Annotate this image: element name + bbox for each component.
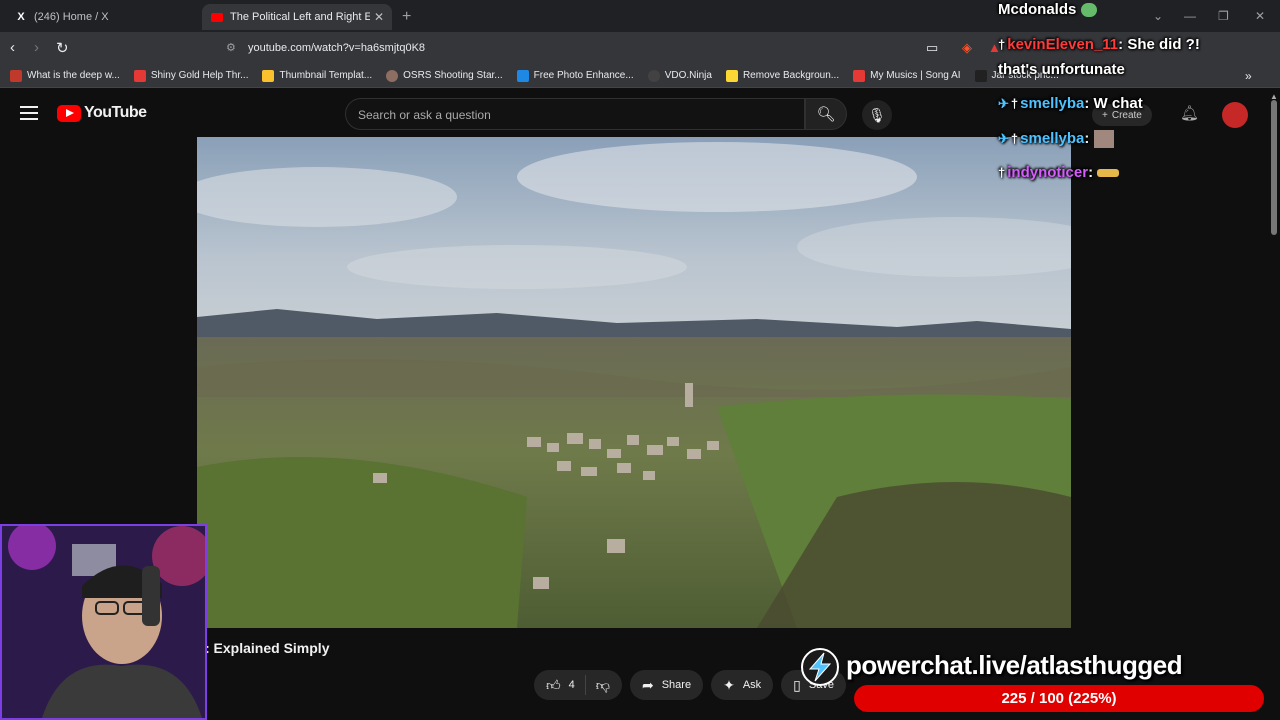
search-icon: 🔍︎ (816, 106, 836, 123)
youtube-logo-text: YouTube (84, 104, 147, 121)
ask-label: Ask (742, 679, 762, 691)
brave-shield-icon[interactable]: ◈ (962, 40, 972, 56)
powerchat-url: powerchat.live/atlasthugged (846, 650, 1183, 680)
share-button[interactable]: ➦ Share (629, 670, 704, 700)
sword-badge-icon: ✈ (998, 131, 1009, 146)
chat-username: Mcdonalds (998, 1, 1077, 18)
chat-username: smellyba (1020, 95, 1085, 112)
thumbs-down-icon: 👎︎ (595, 676, 610, 693)
youtube-play-icon (57, 104, 81, 122)
chat-message: ✈ † smellyba: (998, 130, 1114, 149)
search-input[interactable]: Search or ask a question (345, 98, 805, 130)
emote-icon (1080, 3, 1097, 18)
tab-x-home[interactable]: X (246) Home / X (6, 4, 196, 30)
bookmark-item[interactable]: Shiny Gold Help Thr... (133, 69, 249, 82)
site-info-icon[interactable]: ⚙ (226, 41, 236, 54)
bookmark-favicon-icon (974, 69, 987, 82)
like-button[interactable]: 👍︎ 4 (534, 675, 586, 695)
video-frame-landscape (197, 137, 1071, 628)
bookmark-item[interactable]: Free Photo Enhance... (516, 69, 634, 82)
back-icon[interactable]: ‹ (10, 39, 15, 56)
bookmark-item[interactable]: What is the deep w... (10, 69, 120, 82)
chat-username: indynoticer (1007, 164, 1089, 181)
emote-icon (1097, 169, 1120, 178)
dislike-button[interactable]: 👎︎ (586, 677, 622, 694)
share-icon: ➦ (641, 676, 654, 693)
chat-message: † kevinEleven_11: She did ?! (998, 36, 1200, 53)
bookmark-favicon-icon (133, 69, 146, 82)
bookmark-label: Thumbnail Templat... (279, 70, 373, 81)
bookmark-item[interactable]: VDO.Ninja (647, 69, 712, 82)
stream-chat-overlay: Mcdonalds † kevinEleven_11: She did ?! th… (995, 0, 1280, 200)
search-button[interactable]: 🔍︎ (805, 98, 847, 130)
bookmark-item[interactable]: My Musics | Song AI (853, 69, 961, 82)
bookmark-favicon-icon (853, 69, 866, 82)
forward-icon[interactable]: › (34, 39, 39, 56)
youtube-logo[interactable]: YouTube (57, 104, 147, 122)
new-tab-button[interactable]: + (402, 8, 411, 26)
video-player[interactable] (197, 137, 1071, 628)
bookmark-favicon-icon (647, 69, 660, 82)
tab-title: The Political Left and Right Expla (230, 11, 370, 23)
like-dislike-group: 👍︎ 4 👎︎ (534, 670, 622, 700)
sword-badge-icon: ✈ (998, 96, 1009, 111)
bookmark-label: OSRS Shooting Star... (403, 70, 503, 81)
share-label: Share (661, 679, 692, 691)
ask-button[interactable]: ✦ Ask (711, 670, 774, 700)
chat-username: kevinEleven_11 (1007, 36, 1119, 53)
chat-message: ✈ † smellyba: W chat (998, 95, 1143, 112)
powerchat-widget: powerchat.live/atlasthugged 225 / 100 (2… (798, 646, 1280, 720)
chat-username: smellyba (1020, 130, 1085, 147)
tab-title: (246) Home / X (34, 11, 109, 23)
streamer-webcam (0, 524, 207, 720)
microphone-icon: 🎙︎ (868, 106, 886, 123)
cross-badge-icon: † (1010, 96, 1019, 111)
donation-goal-text: 225 / 100 (225%) (1001, 690, 1117, 707)
reload-icon[interactable]: ↻ (56, 39, 69, 57)
chat-message: that's unfortunate (998, 61, 1125, 78)
address-bar[interactable]: ⚙ youtube.com/watch?v=ha6smjtq0K8 (188, 36, 958, 60)
bookmark-favicon-icon (386, 69, 399, 82)
tab-youtube-video[interactable]: The Political Left and Right Expla ✕ (202, 4, 392, 30)
bookmark-label: Remove Backgroun... (742, 70, 840, 81)
chat-message: Mcdonalds (998, 1, 1097, 18)
video-title: : Explained Simply (205, 640, 330, 656)
cross-badge-icon: † (1010, 131, 1019, 146)
bookmark-label: Free Photo Enhance... (533, 70, 634, 81)
bookmark-label: What is the deep w... (27, 70, 120, 81)
youtube-favicon-icon (210, 10, 224, 24)
cast-icon[interactable]: ▭ (926, 40, 938, 56)
sparkle-icon: ✦ (723, 676, 735, 693)
bookmark-label: Shiny Gold Help Thr... (150, 70, 249, 81)
url-text: youtube.com/watch?v=ha6smjtq0K8 (248, 42, 426, 54)
emote-icon (1093, 130, 1114, 149)
cross-badge-icon: † (998, 37, 1006, 52)
bookmark-label: My Musics | Song AI (870, 70, 961, 81)
bookmark-favicon-icon (262, 69, 275, 82)
cross-badge-icon: † (998, 165, 1006, 180)
bookmark-favicon-icon (725, 69, 738, 82)
x-logo-icon: X (17, 11, 25, 23)
voice-search-button[interactable]: 🎙︎ (862, 100, 892, 130)
chat-text: She did ?! (1127, 36, 1200, 53)
bookmark-favicon-icon (10, 69, 22, 82)
chat-text: W chat (1093, 95, 1143, 112)
bookmark-favicon-icon (516, 69, 529, 82)
bookmark-item[interactable]: Thumbnail Templat... (262, 69, 373, 82)
webcam-image (2, 526, 205, 718)
chat-message: † indynoticer: (998, 164, 1120, 181)
chat-text: that's unfortunate (998, 61, 1125, 78)
close-tab-icon[interactable]: ✕ (374, 10, 384, 24)
bookmark-item[interactable]: Remove Backgroun... (725, 69, 840, 82)
donation-goal-bar: 225 / 100 (225%) (854, 685, 1264, 712)
powerchat-logo-icon (801, 648, 839, 686)
bookmark-label: VDO.Ninja (664, 70, 712, 81)
like-count: 4 (568, 679, 575, 691)
menu-icon[interactable] (20, 106, 38, 120)
thumbs-up-icon: 👍︎ (546, 676, 561, 693)
bookmark-item[interactable]: OSRS Shooting Star... (386, 69, 503, 82)
